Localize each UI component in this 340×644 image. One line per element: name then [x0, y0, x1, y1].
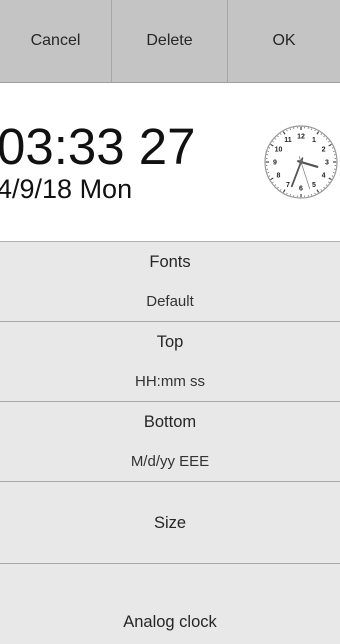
action-toolbar: Cancel Delete OK [0, 0, 340, 83]
setting-fonts-label: Fonts [149, 242, 190, 282]
clock-center [299, 160, 303, 164]
setting-size-label: Size [154, 503, 186, 543]
setting-bottom-value: M/d/yy EEE [131, 442, 209, 482]
preview-date: 4/9/18 Mon [0, 173, 132, 205]
settings-list: Fonts Default Top HH:mm ss Bottom M/d/yy… [0, 242, 340, 644]
setting-top[interactable]: Top HH:mm ss [0, 322, 340, 402]
setting-top-label: Top [157, 322, 184, 362]
clock-number: 3 [325, 160, 329, 167]
clock-preview: 03:33 27 4/9/18 Mon 12 12 3 45 6 789 1011 [0, 83, 340, 242]
setting-analog-clock[interactable]: Analog clock [0, 564, 340, 644]
setting-bottom[interactable]: Bottom M/d/yy EEE [0, 402, 340, 482]
delete-button[interactable]: Delete [111, 0, 227, 82]
setting-top-value: HH:mm ss [135, 362, 205, 402]
setting-size[interactable]: Size [0, 482, 340, 564]
clock-number: 10 [275, 147, 283, 154]
clock-number: 9 [273, 160, 277, 167]
clock-number: 8 [277, 173, 281, 180]
setting-fonts[interactable]: Fonts Default [0, 242, 340, 322]
ok-button[interactable]: OK [227, 0, 340, 82]
clock-number: 12 [297, 134, 305, 141]
cancel-button[interactable]: Cancel [0, 0, 111, 82]
analog-clock-icon: 12 12 3 45 6 789 1011 [262, 123, 340, 201]
clock-number: 4 [322, 173, 326, 180]
clock-number: 2 [322, 147, 326, 154]
setting-fonts-value: Default [146, 282, 194, 322]
clock-number: 6 [299, 186, 303, 193]
clock-number: 11 [284, 137, 292, 144]
clock-number: 5 [312, 182, 316, 189]
preview-time: 03:33 27 [0, 119, 196, 175]
setting-analog-clock-label: Analog clock [123, 602, 217, 642]
clock-number: 7 [286, 182, 290, 189]
clock-number: 1 [312, 137, 316, 144]
setting-bottom-label: Bottom [144, 402, 196, 442]
